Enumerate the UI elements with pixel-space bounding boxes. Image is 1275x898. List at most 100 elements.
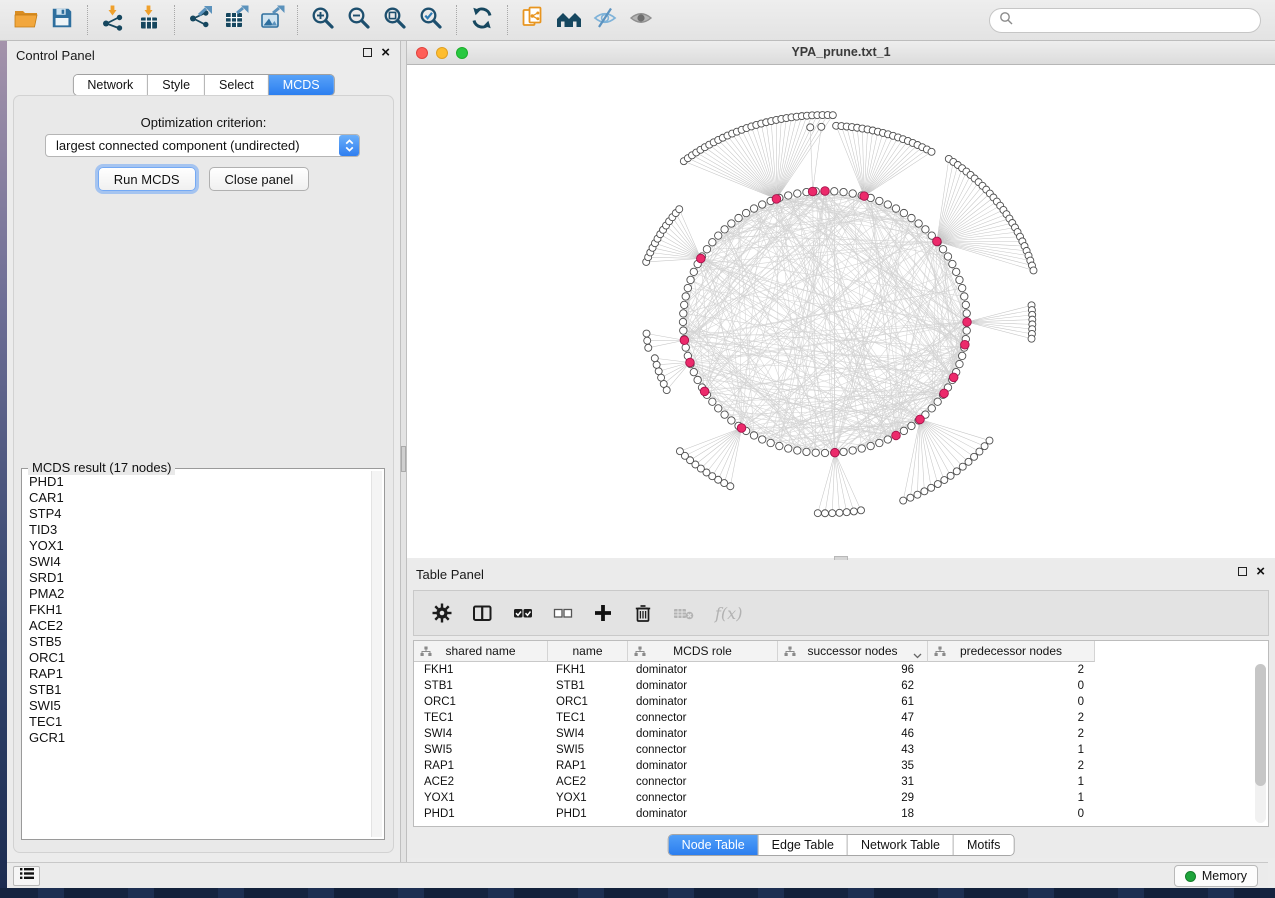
mcds-result-item[interactable]: ACE2 <box>24 618 369 634</box>
duplicate-network-button[interactable] <box>515 3 551 37</box>
network-canvas[interactable] <box>407 65 1275 558</box>
table-panel: Table Panel × f(x) shared namenameMCDS r… <box>407 560 1275 858</box>
hide-selected-button[interactable] <box>587 3 623 37</box>
tab-motifs[interactable]: Motifs <box>954 835 1013 855</box>
table-cell <box>1095 742 1268 758</box>
mcds-result-item[interactable]: SRD1 <box>24 570 369 586</box>
tab-node-table[interactable]: Node Table <box>669 835 759 855</box>
table-scrollbar[interactable] <box>1255 664 1266 823</box>
table-row[interactable]: SWI5SWI5connector431 <box>414 742 1268 758</box>
export-table-button[interactable] <box>218 3 254 37</box>
table-cell: dominator <box>628 758 778 774</box>
deselect-all-rows-icon[interactable] <box>553 603 573 623</box>
close-panel-icon[interactable]: × <box>381 48 390 57</box>
mcds-result-item[interactable]: STB5 <box>24 634 369 650</box>
close-panel-button[interactable]: Close panel <box>209 167 310 191</box>
create-column-plus-icon[interactable] <box>593 603 613 623</box>
table-cell: 61 <box>778 694 928 710</box>
zoom-fit-button[interactable] <box>377 3 413 37</box>
zoom-selected-button[interactable] <box>413 3 449 37</box>
tab-mcds[interactable]: MCDS <box>269 75 334 95</box>
float-panel-icon[interactable] <box>363 48 372 57</box>
search-icon <box>999 11 1013 30</box>
table-scrollbar-thumb[interactable] <box>1255 664 1266 786</box>
network-graph[interactable] <box>407 65 1275 558</box>
mcds-result-item[interactable]: TEC1 <box>24 714 369 730</box>
show-column-panel-icon[interactable] <box>472 603 493 623</box>
float-panel-icon[interactable] <box>1238 567 1247 576</box>
table-row[interactable]: STB1STB1dominator620 <box>414 678 1268 694</box>
export-network-button[interactable] <box>182 3 218 37</box>
refresh-icon <box>469 5 495 36</box>
table-row[interactable]: RAP1RAP1dominator352 <box>414 758 1268 774</box>
mcds-result-item[interactable]: STB1 <box>24 682 369 698</box>
network-window-titlebar[interactable]: YPA_prune.txt_1 <box>407 41 1275 65</box>
eye-icon <box>628 5 654 36</box>
vertical-splitter[interactable] <box>400 41 407 862</box>
memory-button[interactable]: Memory <box>1174 865 1258 887</box>
mcds-result-item[interactable]: RAP1 <box>24 666 369 682</box>
delete-row-trash-icon[interactable] <box>633 603 653 623</box>
search-input[interactable] <box>1018 10 1260 30</box>
tab-select[interactable]: Select <box>205 75 269 95</box>
column-header-mcds-role[interactable]: MCDS role <box>628 641 778 662</box>
mcds-result-item[interactable]: PHD1 <box>24 474 369 490</box>
export-image-button[interactable] <box>254 3 290 37</box>
mcds-result-item[interactable]: ORC1 <box>24 650 369 666</box>
table-cell: 35 <box>778 758 928 774</box>
tab-edge-table[interactable]: Edge Table <box>759 835 848 855</box>
table-cell: 0 <box>928 678 1095 694</box>
first-neighbors-button[interactable] <box>551 3 587 37</box>
close-panel-icon[interactable]: × <box>1256 567 1265 576</box>
table-row[interactable]: ORC1ORC1dominator610 <box>414 694 1268 710</box>
mcds-tab-content: Optimization criterion: largest connecte… <box>13 95 394 853</box>
desktop-wallpaper-bottom <box>0 888 1275 898</box>
run-mcds-button[interactable]: Run MCDS <box>98 167 196 191</box>
table-row[interactable]: FKH1FKH1dominator962 <box>414 662 1268 678</box>
table-row[interactable]: SWI4SWI4dominator462 <box>414 726 1268 742</box>
mcds-result-item[interactable]: PMA2 <box>24 586 369 602</box>
select-all-rows-icon[interactable] <box>513 603 533 623</box>
table-row[interactable]: TEC1TEC1connector472 <box>414 710 1268 726</box>
column-header-name[interactable]: name <box>548 641 628 662</box>
task-history-button[interactable] <box>13 866 40 886</box>
mcds-result-item[interactable]: CAR1 <box>24 490 369 506</box>
tab-style[interactable]: Style <box>148 75 205 95</box>
tab-network[interactable]: Network <box>73 75 148 95</box>
zoom-in-button[interactable] <box>305 3 341 37</box>
show-all-button[interactable] <box>623 3 659 37</box>
table-settings-gear-icon[interactable] <box>432 603 452 623</box>
save-session-button[interactable] <box>44 3 80 37</box>
table-cell: connector <box>628 710 778 726</box>
optimization-criterion-select[interactable]: largest connected component (undirected) <box>45 134 360 157</box>
import-network-icon <box>100 5 126 36</box>
toolbar-separator <box>297 5 298 35</box>
column-header-shared-name[interactable]: shared name <box>414 641 548 662</box>
table-row[interactable]: PHD1PHD1dominator180 <box>414 806 1268 822</box>
mcds-list-scrollbar[interactable] <box>371 471 382 837</box>
table-row[interactable]: ACE2ACE2connector311 <box>414 774 1268 790</box>
dropdown-stepper-icon <box>339 135 359 156</box>
column-header-predecessor-nodes[interactable]: predecessor nodes <box>928 641 1095 662</box>
tab-network-table[interactable]: Network Table <box>848 835 954 855</box>
refresh-view-button[interactable] <box>464 3 500 37</box>
mcds-result-item[interactable]: TID3 <box>24 522 369 538</box>
table-cell: TEC1 <box>548 710 628 726</box>
mcds-result-item[interactable]: FKH1 <box>24 602 369 618</box>
mcds-result-item[interactable]: YOX1 <box>24 538 369 554</box>
import-network-button[interactable] <box>95 3 131 37</box>
cytoscape-app: Control Panel × NetworkStyleSelectMCDS O… <box>0 0 1275 898</box>
mcds-result-item[interactable]: GCR1 <box>24 730 369 746</box>
mcds-result-item[interactable]: STP4 <box>24 506 369 522</box>
mcds-result-item[interactable]: SWI5 <box>24 698 369 714</box>
zoom-out-button[interactable] <box>341 3 377 37</box>
mcds-result-item[interactable]: SWI4 <box>24 554 369 570</box>
open-session-button[interactable] <box>8 3 44 37</box>
table-toolbar: f(x) <box>413 590 1269 636</box>
splitter-handle[interactable] <box>401 446 406 472</box>
import-table-button[interactable] <box>131 3 167 37</box>
search-field[interactable] <box>989 8 1261 33</box>
table-cell: PHD1 <box>548 806 628 822</box>
table-row[interactable]: YOX1YOX1connector291 <box>414 790 1268 806</box>
column-header-successor-nodes[interactable]: successor nodes <box>778 641 928 662</box>
